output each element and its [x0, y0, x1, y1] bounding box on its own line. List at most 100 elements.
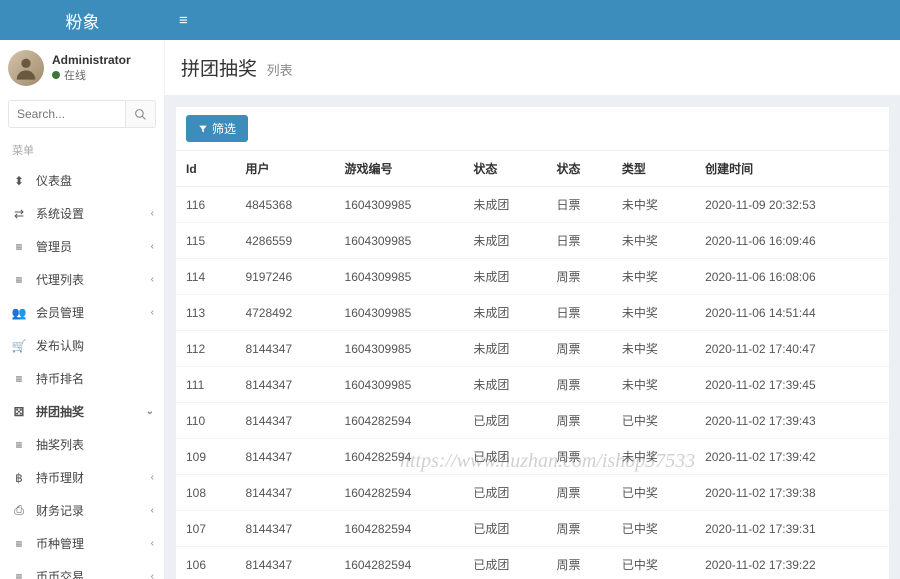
- table-cell: 已中奖: [612, 403, 695, 439]
- table-header[interactable]: 状态: [463, 151, 546, 187]
- sidebar-item-币种管理[interactable]: ≡币种管理‹: [0, 527, 164, 560]
- sidebar-item-label: 代理列表: [36, 271, 84, 288]
- chevron-icon: ‹: [151, 208, 154, 219]
- table-row[interactable]: 10681443471604282594已成团周票已中奖2020-11-02 1…: [176, 547, 889, 579]
- sidebar-item-抽奖列表[interactable]: ≡抽奖列表: [0, 428, 164, 461]
- table-cell: 已成团: [463, 511, 546, 547]
- chevron-icon: ⌄: [146, 406, 154, 417]
- table-cell: 未成团: [463, 187, 546, 223]
- table-row[interactable]: 10881443471604282594已成团周票已中奖2020-11-02 1…: [176, 475, 889, 511]
- table-cell: 2020-11-02 17:39:38: [695, 475, 889, 511]
- table-cell: 未成团: [463, 295, 546, 331]
- table-header[interactable]: Id: [176, 151, 235, 187]
- table-cell: 周票: [547, 439, 612, 475]
- user-panel: Administrator 在线: [0, 40, 164, 96]
- sidebar-item-管理员[interactable]: ≡管理员‹: [0, 230, 164, 263]
- table-cell: 周票: [547, 259, 612, 295]
- sidebar-item-币币交易[interactable]: ≡币币交易‹: [0, 560, 164, 579]
- list-icon: ≡: [10, 438, 28, 452]
- table-cell: 115: [176, 223, 235, 259]
- search-button[interactable]: [125, 101, 155, 127]
- sidebar-item-拼团抽奖[interactable]: ⚄拼团抽奖⌄: [0, 395, 164, 428]
- list-icon: ≡: [10, 273, 28, 287]
- table-header[interactable]: 游戏编号: [335, 151, 464, 187]
- sidebar-item-发布认购[interactable]: 🛒发布认购: [0, 329, 164, 362]
- chart-icon: ⬍: [10, 174, 28, 188]
- user-avatar-icon: [12, 54, 40, 82]
- search-input[interactable]: [9, 101, 125, 127]
- sidebar-item-label: 拼团抽奖: [36, 403, 84, 420]
- menu-toggle-icon[interactable]: ≡: [165, 12, 202, 29]
- table-cell: 9197246: [235, 259, 334, 295]
- sidebar-item-财务记录[interactable]: ⎙ 财务记录 ‹: [0, 494, 164, 527]
- table-cell: 1604309985: [335, 367, 464, 403]
- sidebar-item-label: 仪表盘: [36, 172, 72, 189]
- table-cell: 2020-11-06 16:08:06: [695, 259, 889, 295]
- table-cell: 未成团: [463, 367, 546, 403]
- filter-icon: [198, 124, 208, 134]
- sidebar-item-label: 发布认购: [36, 337, 84, 354]
- table-cell: 1604309985: [335, 295, 464, 331]
- money-icon: ⎙: [10, 503, 28, 518]
- table-cell: 已成团: [463, 439, 546, 475]
- table-cell: 日票: [547, 295, 612, 331]
- table-cell: 日票: [547, 187, 612, 223]
- table-row[interactable]: 11347284921604309985未成团日票未中奖2020-11-06 1…: [176, 295, 889, 331]
- table-cell: 1604282594: [335, 403, 464, 439]
- brand-logo: 粉象: [0, 8, 165, 33]
- table-cell: 周票: [547, 475, 612, 511]
- sidebar-item-系统设置[interactable]: ⇄系统设置‹: [0, 197, 164, 230]
- online-dot-icon: [52, 71, 60, 79]
- table-cell: 2020-11-02 17:40:47: [695, 331, 889, 367]
- gears-icon: ⇄: [10, 207, 28, 221]
- table-row[interactable]: 11491972461604309985未成团周票未中奖2020-11-06 1…: [176, 259, 889, 295]
- table-cell: 8144347: [235, 475, 334, 511]
- table-cell: 2020-11-02 17:39:45: [695, 367, 889, 403]
- table-header[interactable]: 类型: [612, 151, 695, 187]
- chevron-icon: ‹: [151, 274, 154, 285]
- sidebar-item-会员管理[interactable]: 👥会员管理‹: [0, 296, 164, 329]
- chevron-icon: ‹: [151, 505, 154, 516]
- table-header[interactable]: 用户: [235, 151, 334, 187]
- table-cell: 113: [176, 295, 235, 331]
- table-cell: 108: [176, 475, 235, 511]
- table-row[interactable]: 11648453681604309985未成团日票未中奖2020-11-09 2…: [176, 187, 889, 223]
- sidebar-item-label: 持币排名: [36, 370, 84, 387]
- table-cell: 2020-11-06 16:09:46: [695, 223, 889, 259]
- list-icon: ≡: [10, 372, 28, 386]
- table-row[interactable]: 11281443471604309985未成团周票未中奖2020-11-02 1…: [176, 331, 889, 367]
- sidebar-item-持币排名[interactable]: ≡ 持币排名: [0, 362, 164, 395]
- table-row[interactable]: 11181443471604309985未成团周票未中奖2020-11-02 1…: [176, 367, 889, 403]
- users-icon: 👥: [10, 306, 28, 320]
- table-row[interactable]: 11081443471604282594已成团周票已中奖2020-11-02 1…: [176, 403, 889, 439]
- table-cell: 2020-11-09 20:32:53: [695, 187, 889, 223]
- page-subtitle: 列表: [267, 63, 293, 78]
- sidebar-item-代理列表[interactable]: ≡ 代理列表 ‹: [0, 263, 164, 296]
- sidebar-item-label: 持币理财: [36, 469, 84, 486]
- chevron-icon: ‹: [151, 571, 154, 579]
- table-cell: 已成团: [463, 547, 546, 579]
- table-cell: 未中奖: [612, 223, 695, 259]
- table-row[interactable]: 11542865591604309985未成团日票未中奖2020-11-06 1…: [176, 223, 889, 259]
- sidebar: Administrator 在线 菜单 ⬍仪表盘⇄系统设置‹≡管理员‹≡代理列表…: [0, 40, 165, 579]
- sidebar-item-label: 币种管理: [36, 535, 84, 552]
- table-cell: 未中奖: [612, 367, 695, 403]
- sidebar-item-label: 财务记录: [36, 502, 84, 519]
- list-icon: ≡: [10, 570, 28, 579]
- table-header[interactable]: 创建时间: [695, 151, 889, 187]
- list-icon: ≡: [10, 240, 28, 254]
- table-cell: 未中奖: [612, 295, 695, 331]
- table-header[interactable]: 状态: [547, 151, 612, 187]
- table-cell: 8144347: [235, 547, 334, 579]
- main-content: 拼团抽奖 列表 筛选 Id用户游戏编号状态状态类型创建时间 1164845368…: [165, 40, 900, 579]
- filter-button[interactable]: 筛选: [186, 115, 248, 142]
- table-cell: 已成团: [463, 475, 546, 511]
- page-title: 拼团抽奖: [181, 59, 257, 80]
- table-cell: 未成团: [463, 259, 546, 295]
- table-row[interactable]: 10781443471604282594已成团周票已中奖2020-11-02 1…: [176, 511, 889, 547]
- table-row[interactable]: 10981443471604282594已成团周票未中奖2020-11-02 1…: [176, 439, 889, 475]
- sidebar-item-仪表盘[interactable]: ⬍ 仪表盘: [0, 164, 164, 197]
- table-cell: 8144347: [235, 367, 334, 403]
- sidebar-item-持币理财[interactable]: ฿持币理财‹: [0, 461, 164, 494]
- table-cell: 4728492: [235, 295, 334, 331]
